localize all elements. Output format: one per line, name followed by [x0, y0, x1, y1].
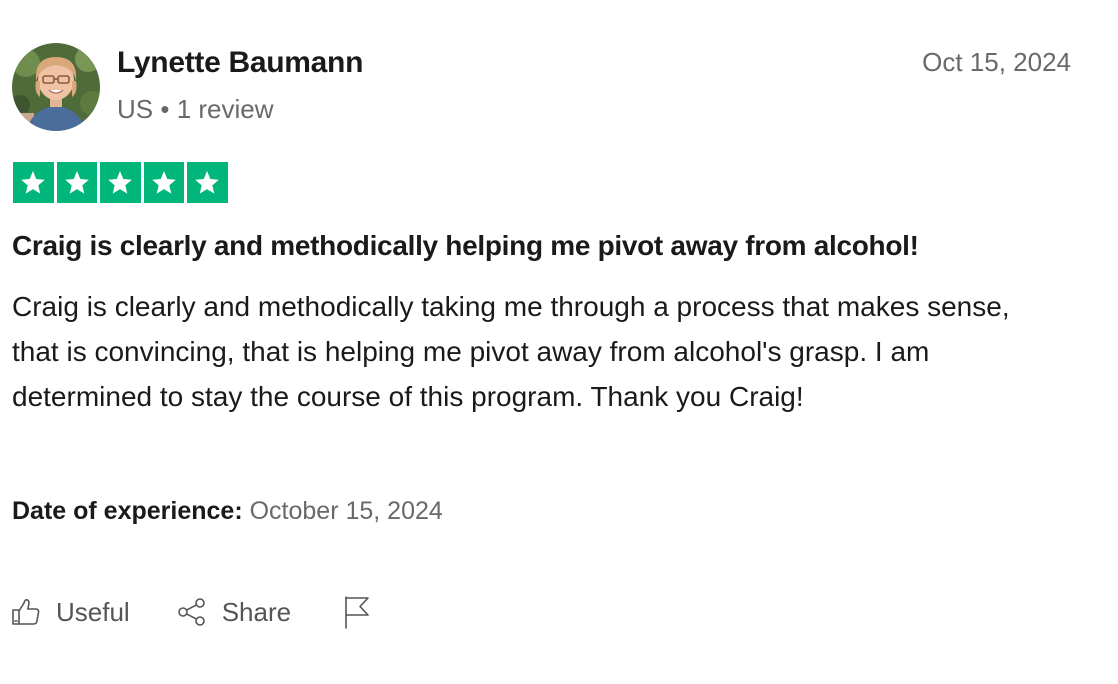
review-body: Craig is clearly and methodically taking… — [12, 291, 1010, 412]
flag-icon — [341, 594, 373, 630]
experience-label: Date of experience: — [12, 497, 243, 525]
meta-separator: • — [160, 94, 170, 124]
thumbs-up-icon — [10, 596, 42, 628]
review-date: Oct 15, 2024 — [922, 47, 1071, 77]
experience-date: October 15, 2024 — [249, 497, 443, 525]
reviewer-country: US — [117, 94, 154, 124]
star-icon — [143, 162, 184, 203]
star-icon — [13, 162, 54, 203]
date-of-experience: Date of experience: October 15, 2024 — [12, 497, 443, 526]
star-icon — [56, 162, 97, 203]
share-label: Share — [221, 596, 292, 627]
review-actions: Useful Share — [10, 592, 373, 632]
share-icon — [176, 596, 208, 628]
share-button[interactable]: Share — [176, 596, 291, 628]
star-rating — [13, 162, 228, 203]
reviewer-meta: US • 1 review — [117, 94, 274, 125]
review-title: Craig is clearly and methodically helpin… — [12, 230, 919, 261]
report-button[interactable] — [341, 594, 373, 630]
reviewer-avatar[interactable] — [12, 43, 100, 131]
review-card: Lynette Baumann US • 1 review Oct 15, 20… — [0, 0, 1118, 684]
star-icon — [100, 162, 141, 203]
reviewer-name[interactable]: Lynette Baumann — [117, 46, 363, 80]
useful-button[interactable]: Useful — [10, 596, 130, 628]
reviewer-review-count[interactable]: 1 review — [177, 94, 274, 124]
star-icon — [187, 162, 228, 203]
avatar-photo — [12, 43, 100, 131]
useful-label: Useful — [56, 596, 130, 627]
